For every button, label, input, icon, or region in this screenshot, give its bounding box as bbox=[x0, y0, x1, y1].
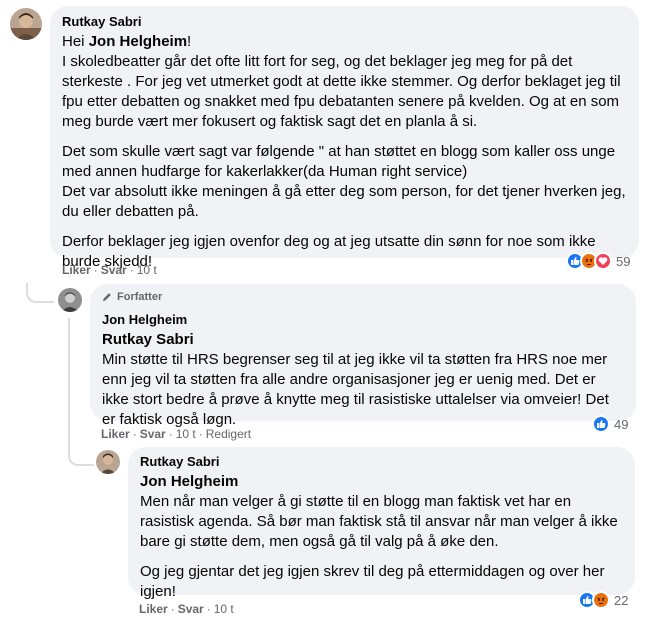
comment-actions: Liker · Svar · 10 t bbox=[139, 602, 234, 616]
comment-paragraph: Men når man velger å gi støtte til en bl… bbox=[140, 493, 618, 550]
comment-text: Rutkay Sabri Min støtte til HRS begrense… bbox=[102, 330, 624, 430]
pen-icon bbox=[103, 293, 111, 301]
comment-paragraph: Min støtte til HRS begrenser seg til at … bbox=[102, 351, 609, 428]
timestamp[interactable]: 10 t bbox=[137, 263, 157, 277]
mention-link[interactable]: Jon Helgheim bbox=[89, 33, 187, 50]
comment-text: Jon Helgheim Men når man velger å gi stø… bbox=[140, 472, 623, 602]
comment-paragraph: Det var absolutt ikke meningen å gå ette… bbox=[62, 183, 626, 220]
like-button[interactable]: Liker bbox=[62, 263, 91, 277]
reaction-count: 49 bbox=[614, 416, 629, 432]
reply-button[interactable]: Svar bbox=[178, 602, 204, 616]
avatar-image bbox=[58, 288, 82, 312]
reaction-count: 22 bbox=[614, 592, 629, 608]
mention-link[interactable]: Rutkay Sabri bbox=[102, 330, 624, 350]
comment-actions: Liker · Svar · 10 t · Redigert bbox=[101, 427, 252, 441]
like-button[interactable]: Liker bbox=[101, 427, 130, 441]
author-badge: Forfatter bbox=[102, 290, 624, 304]
avatar-image bbox=[96, 450, 120, 474]
avatar[interactable] bbox=[58, 288, 82, 312]
comment-bubble: Rutkay Sabri Hei Jon Helgheim! I skoledb… bbox=[50, 6, 639, 270]
greeting-line: Hei Jon Helgheim! bbox=[62, 32, 627, 52]
comment-author[interactable]: Rutkay Sabri bbox=[140, 454, 623, 470]
like-button[interactable]: Liker bbox=[139, 602, 168, 616]
comment-actions: Liker · Svar · 10 t bbox=[62, 263, 157, 277]
comment-text: Hei Jon Helgheim! I skoledbeatter går de… bbox=[62, 32, 627, 272]
comment-paragraph: I skoledbeatter går det ofte litt fort f… bbox=[62, 53, 621, 130]
comment-bubble: Forfatter Jon Helgheim Rutkay Sabri Min … bbox=[90, 284, 636, 428]
greeting-prefix: Hei bbox=[62, 33, 89, 50]
avatar[interactable] bbox=[10, 8, 42, 40]
love-icon bbox=[594, 252, 612, 270]
like-icon bbox=[592, 415, 610, 433]
reply-button[interactable]: Svar bbox=[101, 263, 127, 277]
timestamp[interactable]: 10 t bbox=[176, 427, 196, 441]
thread-line bbox=[68, 318, 70, 448]
reaction-summary[interactable]: 22 bbox=[578, 589, 628, 611]
thread-line bbox=[68, 448, 94, 466]
comment-paragraph: Og jeg gjentar det jeg igjen skrev til d… bbox=[140, 563, 605, 600]
reaction-summary[interactable]: 59 bbox=[566, 250, 630, 272]
greeting-suffix: ! bbox=[187, 33, 192, 50]
comment-author[interactable]: Jon Helgheim bbox=[102, 312, 624, 328]
avatar-image bbox=[10, 8, 42, 40]
comment-bubble: Rutkay Sabri Jon Helgheim Men når man ve… bbox=[128, 447, 635, 600]
avatar[interactable] bbox=[96, 450, 120, 474]
reply-button[interactable]: Svar bbox=[140, 427, 166, 441]
author-badge-label: Forfatter bbox=[117, 291, 163, 303]
angry-icon bbox=[592, 591, 610, 609]
thread-line bbox=[26, 283, 54, 303]
comment-paragraph: Det som skulle vært sagt var følgende " … bbox=[62, 143, 616, 180]
comment-author[interactable]: Rutkay Sabri bbox=[62, 14, 627, 30]
timestamp[interactable]: 10 t bbox=[214, 602, 234, 616]
mention-link[interactable]: Jon Helgheim bbox=[140, 472, 623, 492]
edited-label: Redigert bbox=[205, 427, 252, 441]
reaction-summary[interactable]: 49 bbox=[592, 413, 628, 435]
reaction-count: 59 bbox=[616, 253, 631, 269]
